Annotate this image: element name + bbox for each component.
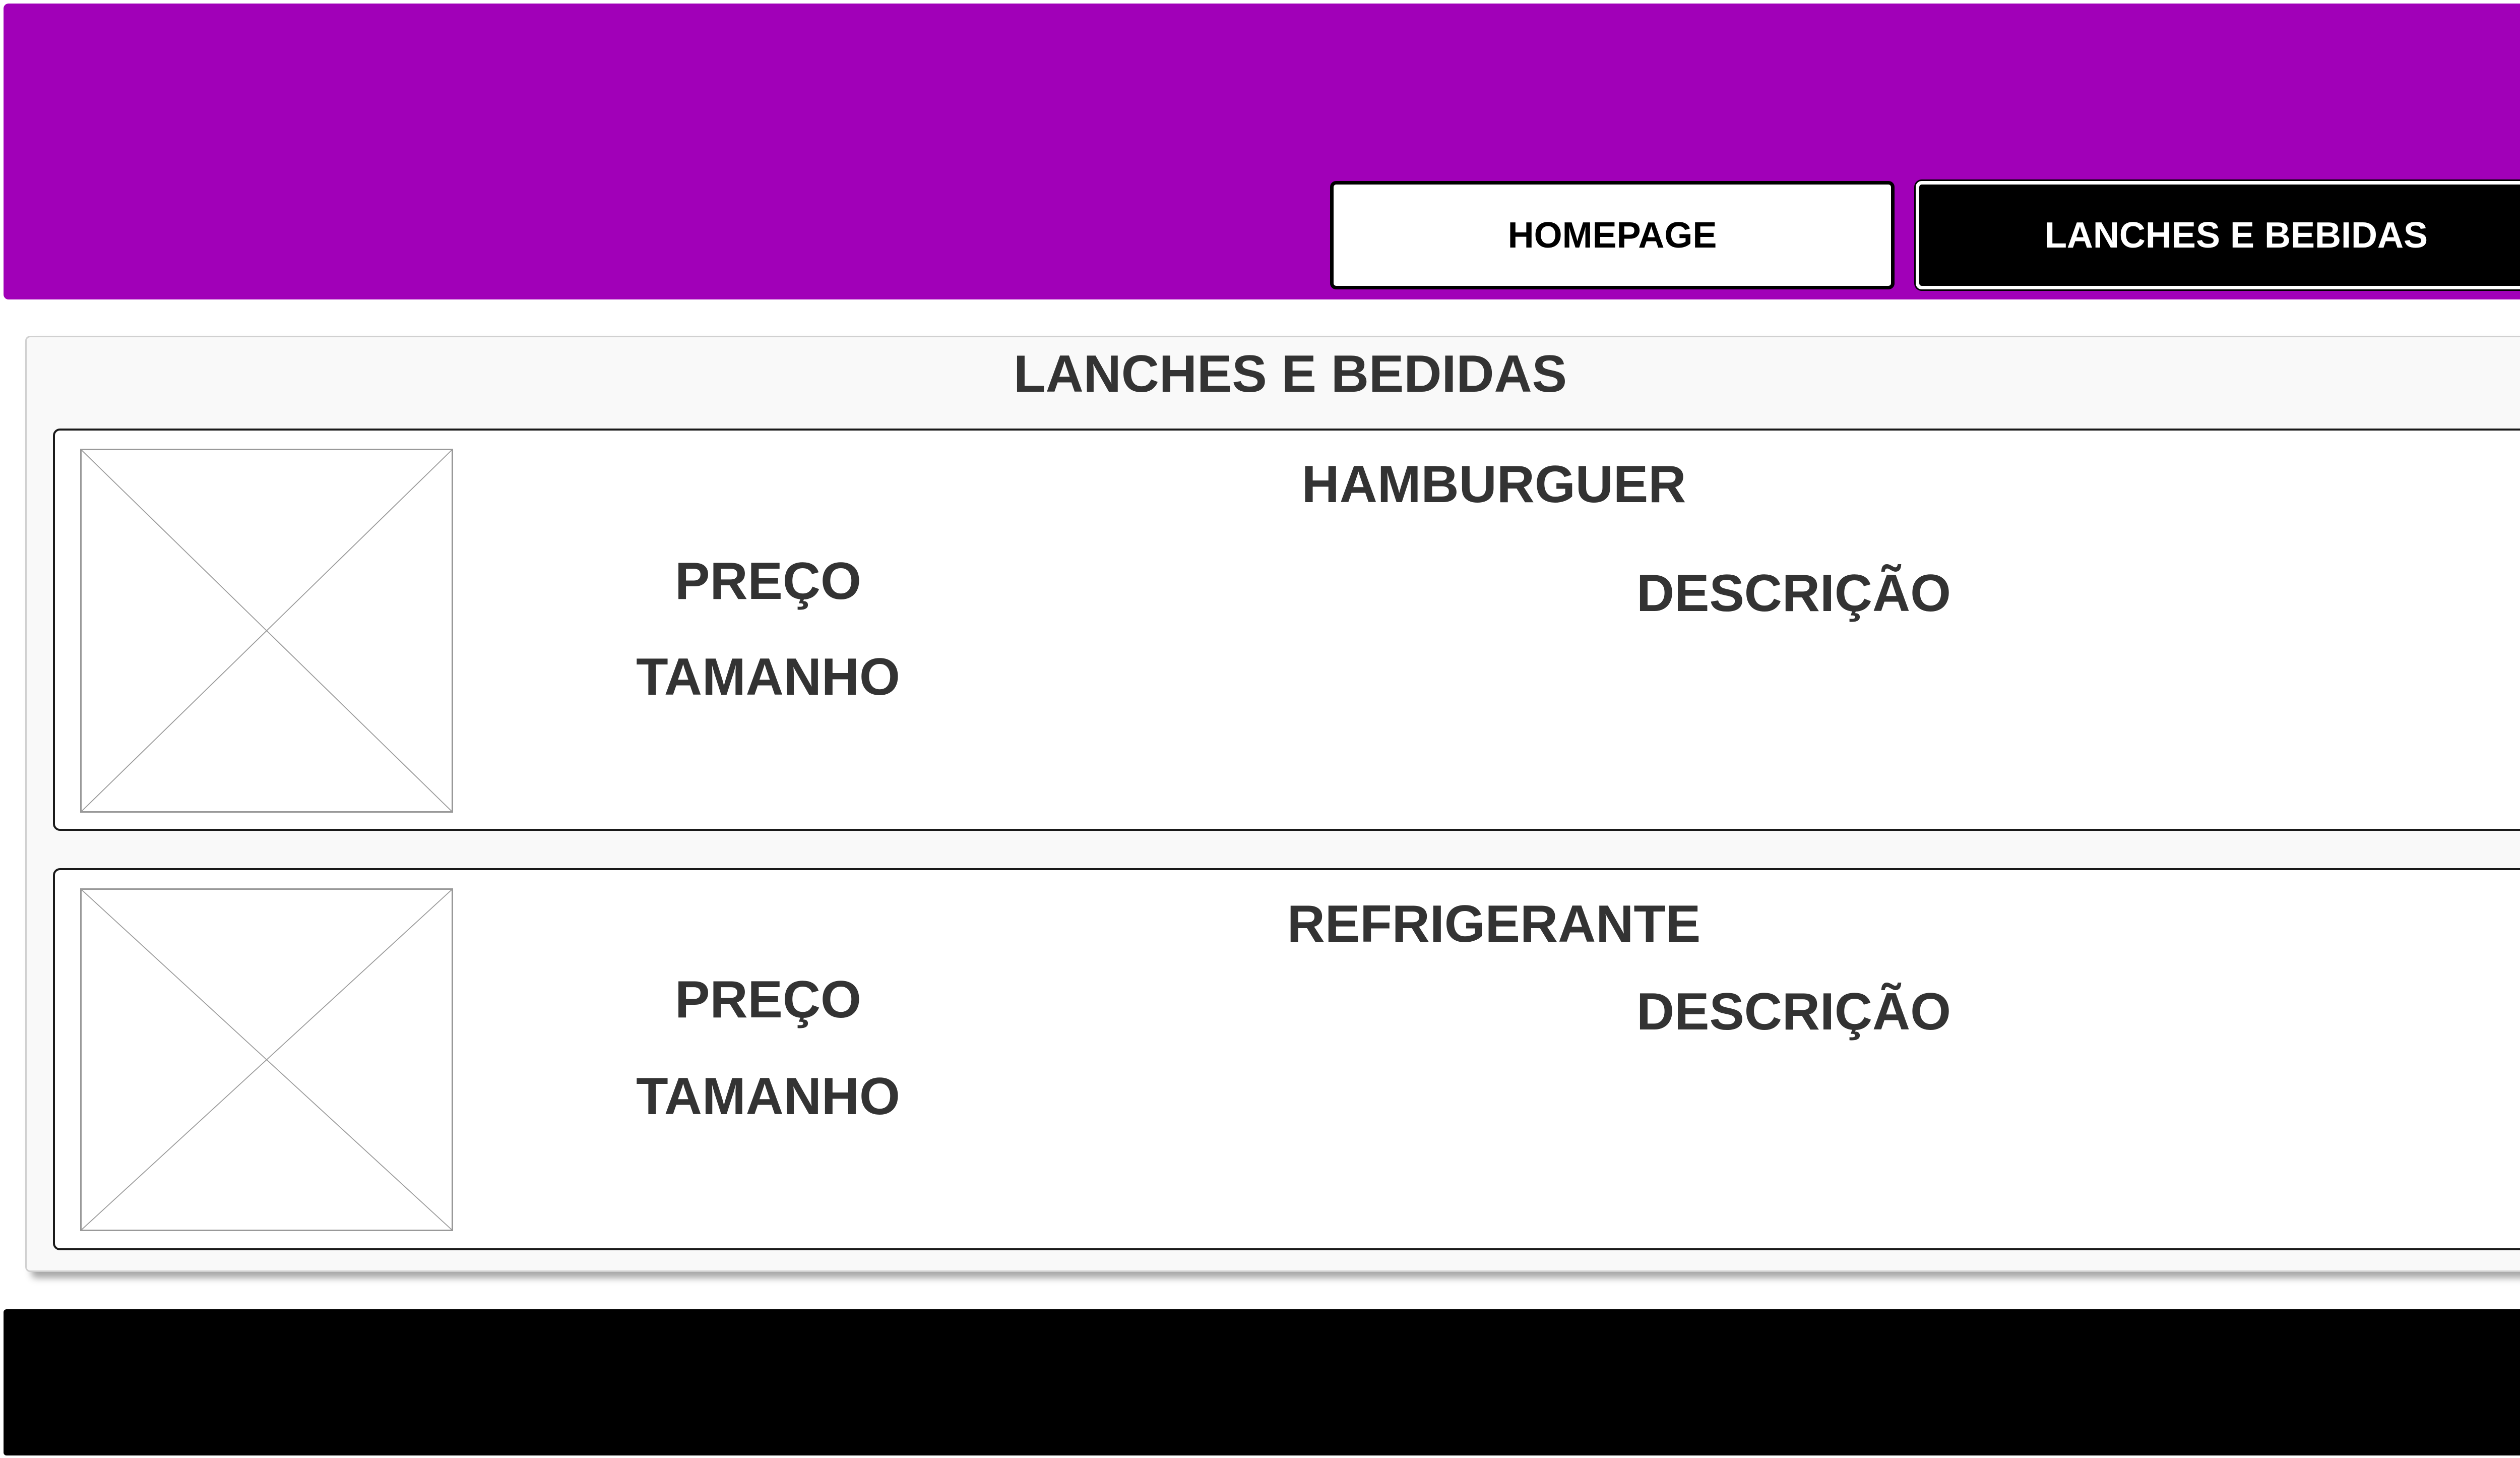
item-name: HAMBURGUER: [1301, 455, 1686, 514]
image-placeholder-icon: [80, 449, 453, 813]
item-price-label: PREÇO: [675, 552, 861, 611]
item-price-label: PREÇO: [675, 970, 861, 1029]
page: HOMEPAGE LANCHES E BEBIDAS LANCHES E BED…: [0, 0, 2520, 1458]
item-description-label: DESCRIÇÃO: [1636, 983, 1951, 1041]
page-title: LANCHES E BEDIDAS: [1014, 345, 1567, 403]
homepage-button-label: HOMEPAGE: [1507, 215, 1717, 256]
homepage-button[interactable]: HOMEPAGE: [1330, 181, 1895, 289]
footer-bar: [4, 1309, 2520, 1455]
lanches-e-bebidas-button-label: LANCHES E BEBIDAS: [2044, 215, 2428, 256]
menu-item-card[interactable]: HAMBURGUER PREÇO TAMANHO DESCRIÇÃO: [53, 429, 2520, 831]
image-placeholder-icon: [80, 888, 453, 1231]
item-name: REFRIGERANTE: [1287, 895, 1701, 953]
item-size-label: TAMANHO: [636, 648, 900, 706]
menu-item-card[interactable]: REFRIGERANTE PREÇO TAMANHO DESCRIÇÃO: [53, 868, 2520, 1250]
lanches-e-bebidas-button[interactable]: LANCHES E BEBIDAS: [1916, 181, 2520, 289]
item-size-label: TAMANHO: [636, 1067, 900, 1126]
item-description-label: DESCRIÇÃO: [1636, 564, 1951, 623]
